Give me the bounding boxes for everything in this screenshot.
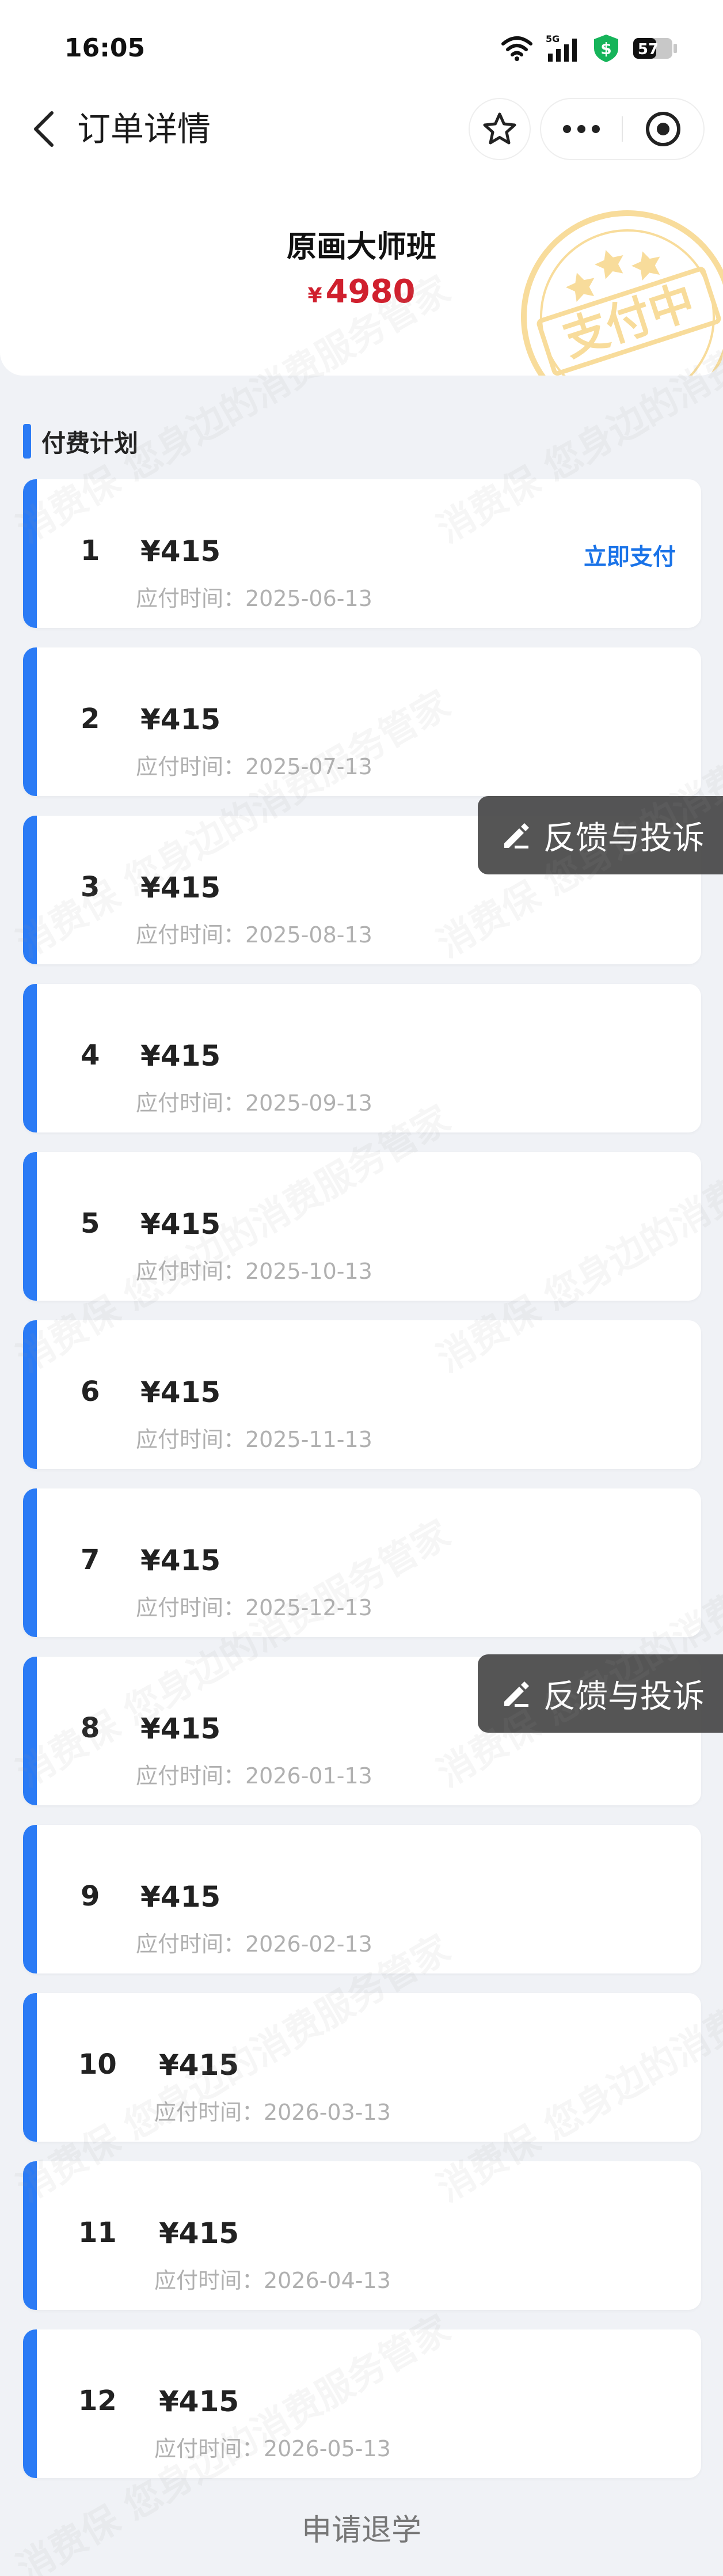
plan-due-date: 应付时间：2026-03-13 xyxy=(154,2100,391,2125)
feedback-button[interactable]: 反馈与投诉 xyxy=(478,1654,723,1733)
plan-amount: ¥415 xyxy=(140,1376,221,1409)
section-accent-bar xyxy=(23,424,31,459)
card-accent xyxy=(23,647,37,796)
plan-card: 4 ¥415 应付时间：2025-09-13 xyxy=(23,984,701,1132)
plan-amount: ¥415 xyxy=(140,1039,221,1073)
plan-due-date: 应付时间：2025-07-13 xyxy=(136,754,372,779)
wifi-icon xyxy=(501,36,532,61)
plan-index: 3 xyxy=(81,871,100,903)
plan-due-date: 应付时间：2025-12-13 xyxy=(136,1595,372,1620)
star-icon xyxy=(483,112,516,145)
card-accent xyxy=(23,2329,37,2478)
favorite-button[interactable] xyxy=(470,99,530,159)
edit-icon xyxy=(504,823,529,848)
plan-due-date: 应付时间：2025-06-13 xyxy=(136,586,372,611)
card-accent xyxy=(23,1488,37,1637)
plan-card: 6 ¥415 应付时间：2025-11-13 xyxy=(23,1320,701,1469)
payment-status-stamp: 支付中 xyxy=(521,210,723,376)
svg-text:$: $ xyxy=(600,39,611,58)
plan-amount: ¥415 xyxy=(140,1207,221,1241)
plan-amount: ¥415 xyxy=(140,703,221,736)
plan-due-date: 应付时间：2025-09-13 xyxy=(136,1090,372,1116)
shield-icon: $ xyxy=(594,35,618,62)
card-accent xyxy=(23,816,37,964)
plan-amount: ¥415 xyxy=(140,1544,221,1577)
plan-amount: ¥415 xyxy=(140,1712,221,1745)
nav-bar: 订单详情 xyxy=(0,98,723,161)
pay-now-button[interactable]: 立即支付 xyxy=(584,538,676,571)
withdraw-button[interactable]: 申请退学 xyxy=(0,2506,723,2549)
plan-index: 11 xyxy=(78,2217,117,2249)
price-value: 4980 xyxy=(325,273,416,310)
header-card: 16:05 5G $ 57 订单详情 原画大师班 ¥ 4980 支付中 xyxy=(0,0,723,376)
plan-index: 2 xyxy=(81,703,100,735)
close-miniapp-button[interactable] xyxy=(623,99,703,159)
plan-card: 2 ¥415 应付时间：2025-07-13 xyxy=(23,647,701,796)
plan-due-date: 应付时间：2026-02-13 xyxy=(136,1931,372,1957)
signal-icon: 5G xyxy=(546,34,577,62)
plan-card: 10 ¥415 应付时间：2026-03-13 xyxy=(23,1993,701,2142)
status-bar: 16:05 5G $ 57 xyxy=(0,0,723,92)
status-time: 16:05 xyxy=(64,33,146,63)
plan-due-date: 应付时间：2025-08-13 xyxy=(136,922,372,948)
plan-due-date: 应付时间：2026-01-13 xyxy=(136,1763,372,1789)
card-accent xyxy=(23,1993,37,2142)
plan-card: 11 ¥415 应付时间：2026-04-13 xyxy=(23,2161,701,2310)
battery-level: 57 xyxy=(638,41,659,58)
plan-amount: ¥415 xyxy=(140,871,221,904)
plan-card: 12 ¥415 应付时间：2026-05-13 xyxy=(23,2329,701,2478)
feedback-label: 反馈与投诉 xyxy=(543,819,705,857)
plan-card: 1 ¥415 应付时间：2025-06-13 立即支付 xyxy=(23,479,701,628)
status-icons: 5G $ 57 xyxy=(501,32,678,65)
feedback-button[interactable]: 反馈与投诉 xyxy=(478,796,723,874)
plan-index: 9 xyxy=(81,1880,100,1912)
feedback-label: 反馈与投诉 xyxy=(543,1677,705,1715)
section-heading: 付费计划 xyxy=(23,424,138,459)
back-arrow-icon xyxy=(34,111,54,147)
plan-card: 9 ¥415 应付时间：2026-02-13 xyxy=(23,1825,701,1973)
screen: 16:05 5G $ 57 订单详情 原画大师班 ¥ 4980 支付中 付费计划… xyxy=(0,0,723,2576)
plan-amount: ¥415 xyxy=(159,2385,239,2418)
network-label: 5G xyxy=(546,34,560,44)
plan-index: 5 xyxy=(81,1207,100,1240)
plan-due-date: 应付时间：2026-05-13 xyxy=(154,2436,391,2461)
plan-index: 8 xyxy=(81,1712,100,1744)
target-icon xyxy=(646,112,680,146)
page-title: 订单详情 xyxy=(77,109,211,149)
plan-index: 7 xyxy=(81,1544,100,1576)
card-accent xyxy=(23,1320,37,1469)
plan-due-date: 应付时间：2026-04-13 xyxy=(154,2268,391,2293)
plan-card: 5 ¥415 应付时间：2025-10-13 xyxy=(23,1152,701,1301)
card-accent xyxy=(23,1657,37,1805)
card-accent xyxy=(23,1825,37,1973)
plan-index: 12 xyxy=(78,2385,117,2417)
more-icon xyxy=(563,125,600,133)
plan-index: 10 xyxy=(78,2048,117,2081)
plan-amount: ¥415 xyxy=(140,1880,221,1914)
plan-amount: ¥415 xyxy=(140,535,221,568)
more-button[interactable] xyxy=(541,99,622,159)
plan-amount: ¥415 xyxy=(159,2217,239,2250)
plan-amount: ¥415 xyxy=(159,2048,239,2082)
card-accent xyxy=(23,2161,37,2310)
battery-icon: 57 xyxy=(633,38,677,59)
plan-index: 4 xyxy=(81,1039,100,1071)
section-title: 付费计划 xyxy=(41,429,139,457)
card-accent xyxy=(23,984,37,1132)
miniapp-capsule xyxy=(541,99,703,159)
card-accent xyxy=(23,1152,37,1301)
plan-index: 1 xyxy=(81,535,100,567)
plan-index: 6 xyxy=(81,1376,100,1408)
back-button[interactable] xyxy=(21,106,67,152)
plan-due-date: 应付时间：2025-11-13 xyxy=(136,1427,372,1452)
price-currency: ¥ xyxy=(307,284,322,308)
plan-due-date: 应付时间：2025-10-13 xyxy=(136,1259,372,1284)
edit-icon xyxy=(504,1681,529,1707)
plan-card: 7 ¥415 应付时间：2025-12-13 xyxy=(23,1488,701,1637)
card-accent xyxy=(23,479,37,628)
